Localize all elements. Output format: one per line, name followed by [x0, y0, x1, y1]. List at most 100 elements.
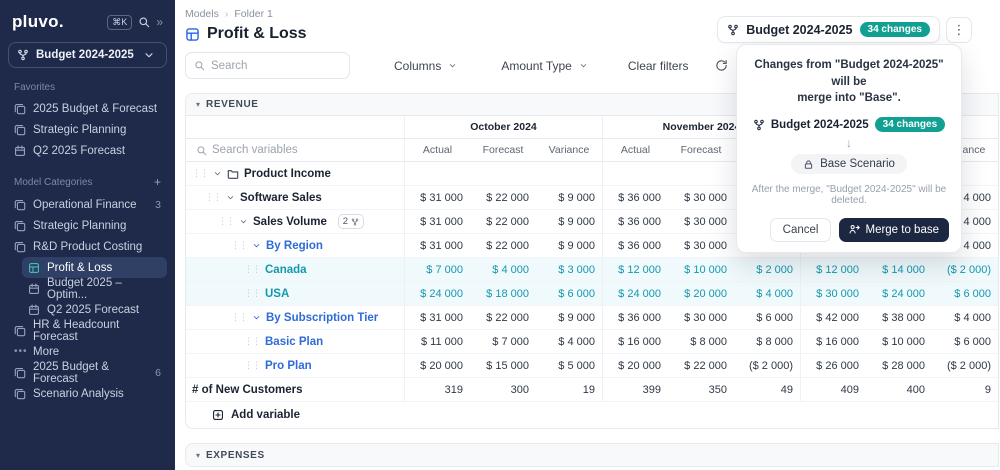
- breadcrumb-folder[interactable]: Folder 1: [234, 8, 273, 20]
- refresh-icon[interactable]: [715, 59, 728, 72]
- value-cell[interactable]: $ 24 000: [602, 282, 668, 305]
- value-cell[interactable]: $ 5 000: [536, 354, 602, 377]
- search-icon[interactable]: [138, 16, 150, 28]
- scenario-count-badge[interactable]: 2: [337, 214, 364, 229]
- merge-to-base-button[interactable]: Merge to base: [839, 217, 949, 242]
- expenses-section-header[interactable]: ▾ EXPENSES: [186, 444, 998, 466]
- collapse-sidebar-icon[interactable]: »: [156, 15, 163, 29]
- add-variable-button[interactable]: Add variable: [186, 402, 998, 428]
- value-cell[interactable]: $ 10 000: [668, 258, 734, 281]
- value-cell[interactable]: $ 7 000: [470, 330, 536, 353]
- kebab-menu-button[interactable]: ⋮: [946, 16, 972, 43]
- value-cell[interactable]: $ 9 000: [536, 186, 602, 209]
- value-cell[interactable]: $ 6 000: [734, 306, 800, 329]
- value-cell[interactable]: $ 9 000: [536, 234, 602, 257]
- clear-filters-button[interactable]: Clear filters: [628, 59, 689, 73]
- value-cell[interactable]: $ 9 000: [536, 210, 602, 233]
- scenario-button[interactable]: Budget 2024-2025 34 changes: [717, 16, 940, 43]
- value-cell[interactable]: $ 12 000: [800, 258, 866, 281]
- value-cell[interactable]: $ 31 000: [404, 234, 470, 257]
- search-input[interactable]: Search: [185, 52, 350, 79]
- value-cell[interactable]: $ 28 000: [866, 354, 932, 377]
- chevron-down-icon[interactable]: [252, 313, 261, 322]
- drag-handle-icon[interactable]: ⋮⋮: [244, 289, 261, 298]
- drag-handle-icon[interactable]: ⋮⋮: [244, 337, 261, 346]
- value-cell[interactable]: $ 16 000: [800, 330, 866, 353]
- sidebar-item-scenario-analysis[interactable]: Scenario Analysis: [8, 383, 167, 404]
- chevron-down-icon[interactable]: [252, 241, 261, 250]
- sidebar-item-strategic-planning-category[interactable]: Strategic Planning: [8, 215, 167, 236]
- value-cell[interactable]: $ 6 000: [932, 282, 998, 305]
- table-row[interactable]: # of New Customers 319 300 19 399 350 49 409 400…: [186, 378, 998, 402]
- value-cell[interactable]: $ 22 000: [470, 210, 536, 233]
- value-cell[interactable]: $ 4 000: [470, 258, 536, 281]
- value-cell[interactable]: $ 8 000: [668, 330, 734, 353]
- value-cell[interactable]: $ 30 000: [800, 282, 866, 305]
- sidebar-scenario-selector[interactable]: Budget 2024-2025: [8, 42, 167, 68]
- value-cell[interactable]: $ 36 000: [602, 306, 668, 329]
- value-cell[interactable]: $ 24 000: [404, 282, 470, 305]
- sidebar-item-2025-budget-forecast[interactable]: 2025 Budget & Forecast: [8, 98, 167, 119]
- value-cell[interactable]: $ 6 000: [932, 330, 998, 353]
- value-cell[interactable]: [602, 162, 668, 185]
- value-cell[interactable]: 400: [866, 378, 932, 401]
- chevron-down-icon[interactable]: [213, 169, 222, 178]
- value-cell[interactable]: $ 31 000: [404, 186, 470, 209]
- value-cell[interactable]: 399: [602, 378, 668, 401]
- drag-handle-icon[interactable]: ⋮⋮: [205, 193, 222, 202]
- value-cell[interactable]: $ 22 000: [470, 186, 536, 209]
- value-cell[interactable]: $ 16 000: [602, 330, 668, 353]
- drag-handle-icon[interactable]: ⋮⋮: [218, 217, 235, 226]
- value-cell[interactable]: 409: [800, 378, 866, 401]
- value-cell[interactable]: $ 30 000: [668, 234, 734, 257]
- value-cell[interactable]: $ 4 000: [932, 306, 998, 329]
- value-cell[interactable]: 300: [470, 378, 536, 401]
- value-cell[interactable]: $ 20 000: [404, 354, 470, 377]
- value-cell[interactable]: [404, 162, 470, 185]
- command-k-shortcut[interactable]: ⌘K: [107, 14, 133, 30]
- drag-handle-icon[interactable]: ⋮⋮: [244, 265, 261, 274]
- table-row[interactable]: ⋮⋮ By Subscription Tier $ 31 000 $ 22 000 $ …: [186, 306, 998, 330]
- value-cell[interactable]: 350: [668, 378, 734, 401]
- value-cell[interactable]: $ 4 000: [734, 282, 800, 305]
- sidebar-item-budget-2025-optim[interactable]: Budget 2025 – Optim...: [22, 277, 167, 301]
- drag-handle-icon[interactable]: ⋮⋮: [231, 313, 248, 322]
- sidebar-item-hr-headcount-forecast[interactable]: HR & Headcount Forecast: [8, 319, 167, 343]
- value-cell[interactable]: $ 7 000: [404, 258, 470, 281]
- amount-type-button[interactable]: Amount Type: [501, 59, 588, 73]
- value-cell[interactable]: $ 18 000: [470, 282, 536, 305]
- value-cell[interactable]: $ 9 000: [536, 306, 602, 329]
- value-cell[interactable]: $ 20 000: [668, 282, 734, 305]
- value-cell[interactable]: $ 30 000: [668, 210, 734, 233]
- value-cell[interactable]: $ 11 000: [404, 330, 470, 353]
- value-cell[interactable]: $ 36 000: [602, 234, 668, 257]
- value-cell[interactable]: [470, 162, 536, 185]
- value-cell[interactable]: $ 22 000: [470, 306, 536, 329]
- value-cell[interactable]: $ 8 000: [734, 330, 800, 353]
- table-row[interactable]: ⋮⋮ Basic Plan $ 11 000 $ 7 000 $ 4 000 $ 16 0…: [186, 330, 998, 354]
- sidebar-item-q2-2025-forecast[interactable]: Q2 2025 Forecast: [8, 140, 167, 161]
- chevron-down-icon[interactable]: [226, 193, 235, 202]
- drag-handle-icon[interactable]: ⋮⋮: [244, 361, 261, 370]
- value-cell[interactable]: $ 31 000: [404, 306, 470, 329]
- value-cell[interactable]: $ 36 000: [602, 210, 668, 233]
- sidebar-item-2025-budget-forecast-bottom[interactable]: 2025 Budget & Forecast 6: [8, 361, 167, 385]
- cancel-button[interactable]: Cancel: [769, 217, 832, 242]
- table-row[interactable]: ⋮⋮ Pro Plan $ 20 000 $ 15 000 $ 5 000 $ 20 00…: [186, 354, 998, 378]
- value-cell[interactable]: $ 30 000: [668, 306, 734, 329]
- value-cell[interactable]: $ 12 000: [602, 258, 668, 281]
- search-variables-input[interactable]: Search variables: [186, 139, 404, 161]
- value-cell[interactable]: $ 22 000: [470, 234, 536, 257]
- value-cell[interactable]: ($ 2 000): [932, 258, 998, 281]
- value-cell[interactable]: 49: [734, 378, 800, 401]
- value-cell[interactable]: $ 36 000: [602, 186, 668, 209]
- breadcrumb-models[interactable]: Models: [185, 8, 219, 20]
- sidebar-item-q2-2025-forecast-child[interactable]: Q2 2025 Forecast: [22, 299, 167, 320]
- value-cell[interactable]: 19: [536, 378, 602, 401]
- sidebar-item-profit-and-loss[interactable]: Profit & Loss: [22, 257, 167, 278]
- value-cell[interactable]: $ 20 000: [602, 354, 668, 377]
- value-cell[interactable]: ($ 2 000): [932, 354, 998, 377]
- sidebar-item-strategic-planning[interactable]: Strategic Planning: [8, 119, 167, 140]
- value-cell[interactable]: $ 42 000: [800, 306, 866, 329]
- value-cell[interactable]: $ 30 000: [668, 186, 734, 209]
